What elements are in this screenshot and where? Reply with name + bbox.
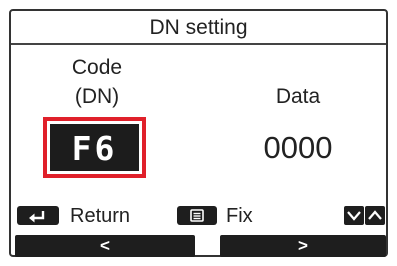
lcd-screen: DN setting Code (DN) Data F6 0000 Return… [9, 9, 388, 257]
screen-title: DN setting [11, 11, 386, 45]
data-label: Data [275, 85, 321, 108]
code-label-line1: Code [71, 56, 123, 79]
chevron-down-icon[interactable] [344, 206, 364, 225]
chevron-up-icon[interactable] [365, 206, 385, 225]
code-value: F6 [50, 124, 139, 171]
menu-icon[interactable] [177, 206, 217, 225]
previous-button[interactable]: < [15, 235, 195, 257]
code-label-line2: (DN) [74, 85, 120, 108]
return-arrow-icon[interactable] [17, 206, 59, 225]
return-label: Return [70, 205, 131, 227]
data-value-field[interactable]: 0000 [246, 129, 350, 167]
code-label: Code (DN) [51, 53, 143, 111]
navigation-row: < > [11, 235, 386, 257]
next-button[interactable]: > [220, 235, 386, 257]
fix-label: Fix [226, 205, 253, 227]
function-key-row: Return Fix [11, 204, 386, 228]
code-value-field[interactable]: F6 [43, 117, 146, 178]
